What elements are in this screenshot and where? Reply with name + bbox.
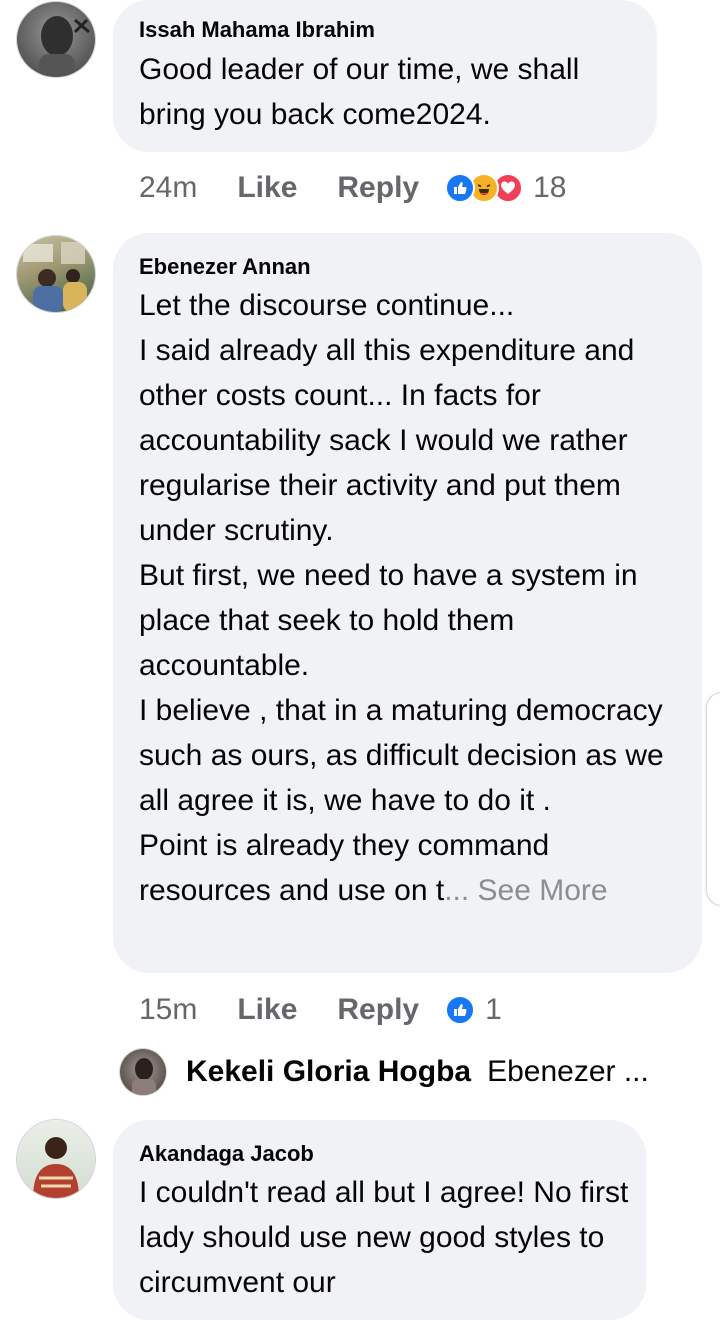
profile-photo-icon bbox=[23, 242, 87, 312]
like-reaction-icon bbox=[445, 173, 476, 203]
comment-author[interactable]: Issah Mahama Ibrahim bbox=[139, 17, 375, 43]
reply-preview[interactable]: Kekeli Gloria Hogba Ebenezer ... bbox=[120, 1048, 680, 1096]
see-more-link[interactable]: ... See More bbox=[444, 874, 607, 907]
reply-author[interactable]: Kekeli Gloria Hogba bbox=[186, 1055, 471, 1089]
profile-photo-icon bbox=[39, 16, 90, 77]
profile-photo-icon bbox=[132, 1058, 156, 1095]
reactions-summary[interactable]: 18 bbox=[445, 171, 566, 205]
comment-actions: 24m Like Reply 18 bbox=[139, 168, 566, 208]
reply-avatar bbox=[120, 1049, 166, 1095]
comment-text: Good leader of our time, we shall bring … bbox=[139, 53, 580, 131]
comment-timestamp[interactable]: 24m bbox=[139, 171, 197, 205]
comment-text: Let the discourse continue... I said alr… bbox=[139, 289, 664, 907]
like-reaction-icon bbox=[445, 995, 476, 1025]
profile-photo-icon bbox=[33, 1137, 79, 1198]
reaction-count: 1 bbox=[485, 993, 502, 1026]
reactions-summary[interactable]: 1 bbox=[445, 993, 502, 1027]
reaction-count: 18 bbox=[533, 171, 567, 204]
avatar[interactable] bbox=[17, 236, 95, 312]
comment-bubble[interactable]: Akandaga Jacob I couldn't read all but I… bbox=[113, 1120, 646, 1320]
comment-bubble[interactable]: Ebenezer Annan Let the discourse continu… bbox=[113, 233, 702, 973]
comment-timestamp[interactable]: 15m bbox=[139, 993, 197, 1027]
comment-text-wrapper: Let the discourse continue... I said alr… bbox=[139, 283, 687, 913]
comment-author[interactable]: Akandaga Jacob bbox=[139, 1141, 314, 1167]
comment-bubble[interactable]: Issah Mahama Ibrahim Good leader of our … bbox=[113, 0, 657, 152]
like-button[interactable]: Like bbox=[237, 171, 297, 205]
comment-author[interactable]: Ebenezer Annan bbox=[139, 254, 311, 280]
floating-panel-edge bbox=[706, 692, 720, 906]
comment-text: I couldn't read all but I agree! No firs… bbox=[139, 1176, 629, 1299]
avatar[interactable] bbox=[17, 1120, 95, 1198]
avatar[interactable] bbox=[17, 2, 95, 77]
reply-button[interactable]: Reply bbox=[337, 993, 419, 1027]
comment-actions: 15m Like Reply 1 bbox=[139, 990, 502, 1030]
like-button[interactable]: Like bbox=[237, 993, 297, 1027]
reply-button[interactable]: Reply bbox=[337, 171, 419, 205]
reply-snippet: Ebenezer ... bbox=[487, 1055, 649, 1088]
